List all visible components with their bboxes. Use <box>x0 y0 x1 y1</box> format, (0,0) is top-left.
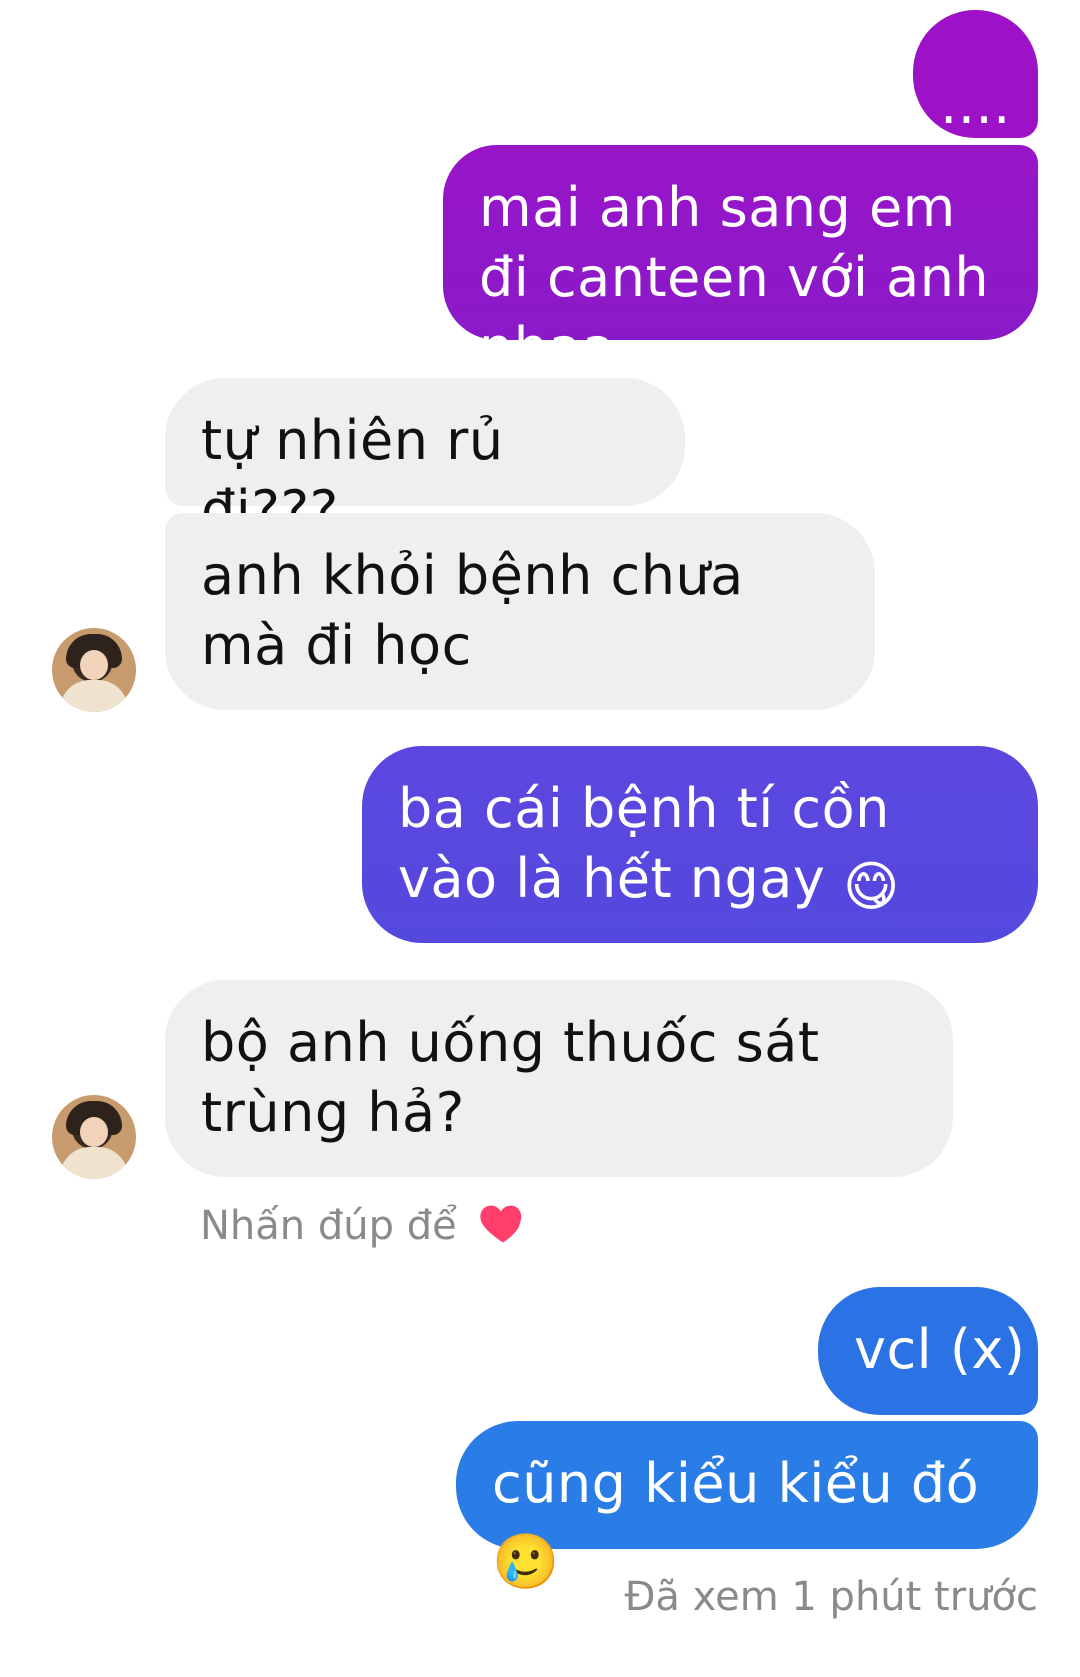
message-bubble-received[interactable]: anh khỏi bệnh chưa mà đi học <box>165 513 875 710</box>
avatar-face <box>80 650 108 680</box>
yum-emoji: 😋 <box>843 855 900 918</box>
seen-status-text: Đã xem 1 phút trước <box>624 1574 1038 1620</box>
seen-status: Đã xem 1 phút trước <box>600 1572 1038 1622</box>
message-text: anh khỏi bệnh chưa mà đi học <box>201 544 744 677</box>
heart-icon[interactable] <box>477 1197 529 1261</box>
double-tap-text: Nhấn đúp để <box>200 1203 457 1249</box>
message-text: vcl (x) <box>854 1318 1026 1381</box>
smiling-tear-emoji: 🥲 <box>492 1530 560 1593</box>
message-bubble-sent[interactable]: ba cái bệnh tí cồn vào là hết ngay 😋 <box>362 746 1038 943</box>
message-text: bộ anh uống thuốc sát trùng hả? <box>201 1011 820 1144</box>
message-bubble-sent[interactable]: mai anh sang em đi canteen với anh nhaa <box>443 145 1038 379</box>
message-bubble-received[interactable]: tự nhiên rủ đi??? <box>165 378 685 542</box>
avatar-body <box>60 1147 128 1179</box>
message-bubble-received[interactable]: bộ anh uống thuốc sát trùng hả? <box>165 980 953 1177</box>
message-text: cũng kiểu kiểu đó <box>492 1452 980 1515</box>
contact-avatar[interactable] <box>52 628 136 712</box>
message-text: mai anh sang em đi canteen với anh nhaa <box>479 176 990 379</box>
message-text: ba cái bệnh tí cồn vào là hết ngay <box>398 777 890 910</box>
message-text: .... <box>940 73 1011 136</box>
message-bubble-sent[interactable]: .... <box>913 10 1038 138</box>
avatar-body <box>60 680 128 712</box>
avatar-face <box>80 1117 108 1147</box>
message-bubble-sent[interactable]: vcl (x) <box>818 1287 1038 1415</box>
double-tap-hint: Nhấn đúp để <box>200 1197 529 1261</box>
contact-avatar[interactable] <box>52 1095 136 1179</box>
message-bubble-sent[interactable]: cũng kiểu kiểu đó 🥲 <box>456 1421 1038 1593</box>
